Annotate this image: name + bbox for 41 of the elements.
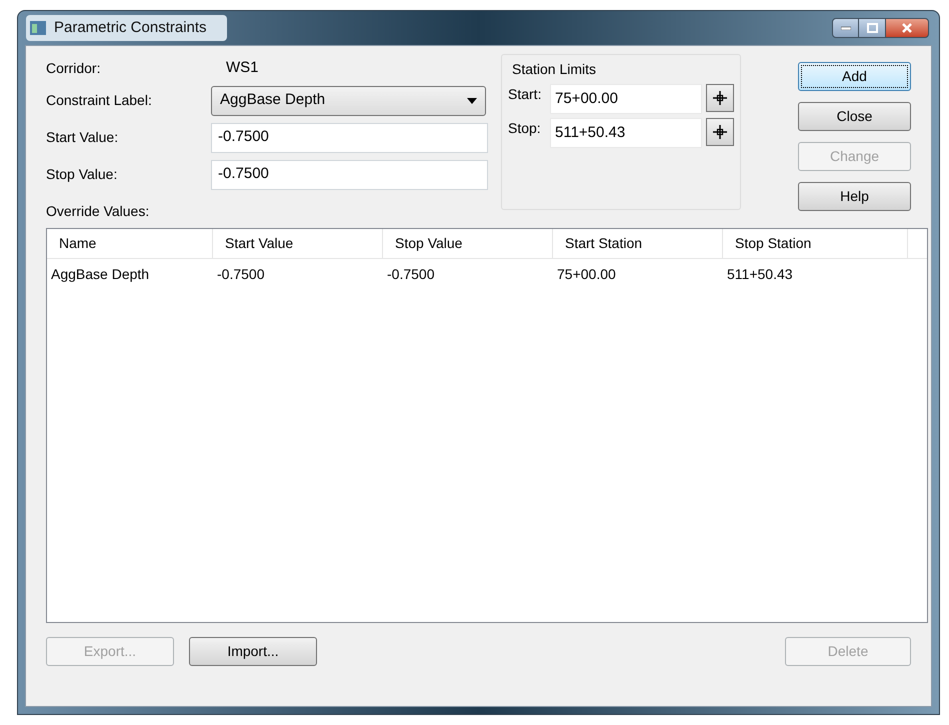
column-header[interactable]: Stop Station [723,229,908,258]
group-title: Station Limits [512,60,598,79]
input-field[interactable]: 511+50.43 [550,118,702,148]
caret-icon [467,98,477,104]
minimize-icon [840,26,850,30]
field-label: Constraint Label: [46,91,153,110]
table-cell-text: -0.7500 [216,264,266,284]
table-cell-text: AggBase Depth [50,264,150,284]
field-label: Corridor: [46,58,102,78]
crosshair-icon [713,125,727,139]
field-label: Start: [508,85,542,104]
table-cell-text: -0.7500 [386,264,436,284]
close-icon [902,23,912,33]
column-header[interactable]: Stop Value [383,229,553,258]
dialog-button[interactable]: Close [798,102,911,131]
table-cell-text: 511+50.43 [726,264,794,284]
minimize-button[interactable] [832,18,859,38]
field-label: Stop: [508,119,542,138]
dialog-button[interactable]: Import... [189,637,317,666]
maximize-button[interactable] [859,18,885,38]
maximize-icon [866,23,878,33]
window-icon [30,21,46,35]
dialog-button[interactable]: Add [798,62,911,91]
column-header[interactable]: Name [47,229,213,258]
window-title: Parametric Constraints [54,18,207,38]
input-field[interactable]: -0.7500 [211,160,488,190]
column-header[interactable]: Start Value [213,229,383,258]
field-value: WS1 [226,58,259,78]
crosshair-icon [713,91,727,105]
close-button[interactable] [885,18,929,38]
field-label: Stop Value: [46,165,118,184]
dropdown-field[interactable]: AggBase Depth [211,86,486,116]
table-cell-text: 75+00.00 [556,264,617,284]
table-title: Override Values: [46,202,150,221]
crosshair-button[interactable] [706,118,734,146]
column-header[interactable]: Start Station [553,229,723,258]
field-label: Start Value: [46,128,120,147]
input-field[interactable]: 75+00.00 [550,84,702,114]
dialog-button[interactable]: Help [798,182,911,211]
crosshair-button[interactable] [706,84,734,112]
input-field[interactable]: -0.7500 [211,122,488,152]
